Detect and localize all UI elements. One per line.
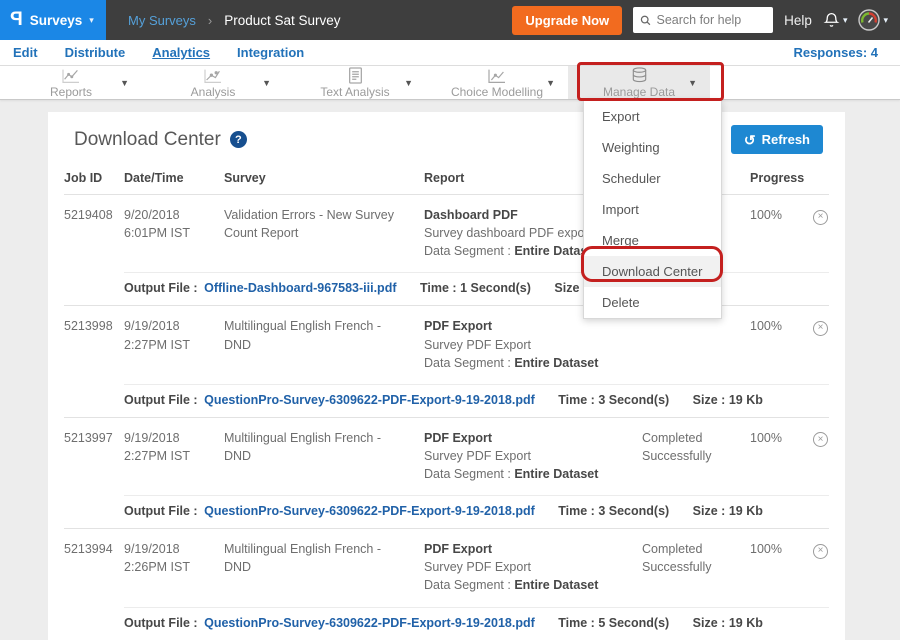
table-row: 5213998 9/19/2018 2:27PM IST Multilingua… <box>64 305 829 416</box>
chevron-down-icon: ▾ <box>89 15 94 26</box>
toolbar-analysis[interactable]: Analysis ▼ <box>142 66 284 99</box>
cancel-job-icon[interactable]: × <box>813 321 828 336</box>
job-id: 5219408 <box>64 206 124 260</box>
job-date: 9/20/2018 6:01PM IST <box>124 206 224 260</box>
jobs-table: Job ID Date/Time Survey Report Progress … <box>48 163 845 640</box>
bell-icon <box>823 11 840 29</box>
menu-item-delete[interactable]: Delete <box>584 287 721 318</box>
top-bar: P Surveys ▾ My Surveys › Product Sat Sur… <box>0 0 900 40</box>
breadcrumb-separator-icon: › <box>208 13 212 28</box>
breadcrumb-current-survey: Product Sat Survey <box>224 13 340 28</box>
menu-item-export[interactable]: Export <box>584 101 721 132</box>
page-title: Download Center <box>74 129 221 151</box>
chevron-down-icon[interactable]: ▼ <box>262 78 271 88</box>
table-row: 5213994 9/19/2018 2:26PM IST Multilingua… <box>64 528 829 639</box>
scatter-chart-icon <box>203 68 223 84</box>
output-file-row: Output File : QuestionPro-Survey-6309622… <box>124 607 829 640</box>
avatar-gauge-icon <box>858 9 880 31</box>
search-input[interactable] <box>656 13 766 27</box>
upgrade-now-button[interactable]: Upgrade Now <box>512 6 622 35</box>
responses-count: Responses: 4 <box>793 45 878 60</box>
job-survey: Multilingual English French - DND <box>224 540 424 594</box>
job-id: 5213997 <box>64 429 124 483</box>
job-report: PDF Export Survey PDF Export Data Segmen… <box>424 429 642 483</box>
output-file-row: Output File : QuestionPro-Survey-6309622… <box>124 495 829 528</box>
job-status <box>642 317 750 371</box>
cancel-job-icon[interactable]: × <box>813 210 828 225</box>
output-file-row: Output File : QuestionPro-Survey-6309622… <box>124 384 829 417</box>
account-menu-button[interactable]: ▾ <box>858 9 888 31</box>
toolbar-text-analysis[interactable]: Text Analysis ▼ <box>284 66 426 99</box>
chevron-down-icon[interactable]: ▼ <box>546 78 555 88</box>
toolbar-reports[interactable]: Reports ▼ <box>0 66 142 99</box>
tab-distribute[interactable]: Distribute <box>65 45 126 60</box>
line-chart-icon <box>61 68 81 84</box>
output-file-link[interactable]: QuestionPro-Survey-6309622-PDF-Export-9-… <box>204 504 535 518</box>
chevron-down-icon[interactable]: ▼ <box>404 78 413 88</box>
breadcrumb: My Surveys › Product Sat Survey <box>128 13 341 28</box>
output-file-link[interactable]: QuestionPro-Survey-6309622-PDF-Export-9-… <box>204 393 535 407</box>
cancel-job-icon[interactable]: × <box>813 544 828 559</box>
job-progress: 100% <box>750 206 804 260</box>
download-center-card: Download Center ? ↺ Refresh Job ID Date/… <box>48 112 845 640</box>
surveys-menu-label: Surveys <box>30 13 83 28</box>
toolbar-manage-data[interactable]: Manage Data ▼ <box>568 66 710 99</box>
toolbar-choice-modelling[interactable]: Choice Modelling ▼ <box>426 66 568 99</box>
text-document-icon <box>348 67 363 84</box>
job-survey: Multilingual English French - DND <box>224 317 424 371</box>
chevron-down-icon[interactable]: ▼ <box>120 78 129 88</box>
table-row: 5213997 9/19/2018 2:27PM IST Multilingua… <box>64 417 829 528</box>
output-file-row: Output File : Offline-Dashboard-967583-i… <box>124 272 829 305</box>
tab-integration[interactable]: Integration <box>237 45 304 60</box>
content-area: Download Center ? ↺ Refresh Job ID Date/… <box>0 100 900 523</box>
analytics-toolbar: Reports ▼ Analysis ▼ Text Analysis ▼ Cho… <box>0 66 900 100</box>
job-date: 9/19/2018 2:26PM IST <box>124 540 224 594</box>
database-icon <box>630 67 649 84</box>
header-date-time: Date/Time <box>124 171 224 185</box>
chevron-down-icon: ▾ <box>843 15 848 26</box>
help-link[interactable]: Help <box>784 13 812 28</box>
job-progress: 100% <box>750 429 804 483</box>
header-job-id: Job ID <box>64 171 124 185</box>
menu-item-scheduler[interactable]: Scheduler <box>584 163 721 194</box>
job-report: PDF Export Survey PDF Export Data Segmen… <box>424 540 642 594</box>
chevron-down-icon: ▾ <box>883 15 888 26</box>
trend-chart-icon <box>487 68 507 84</box>
job-date: 9/19/2018 2:27PM IST <box>124 317 224 371</box>
job-status: Completed Successfully <box>642 540 750 594</box>
header-progress: Progress <box>750 171 804 185</box>
job-date: 9/19/2018 2:27PM IST <box>124 429 224 483</box>
menu-item-weighting[interactable]: Weighting <box>584 132 721 163</box>
questionpro-logo-icon: P <box>10 9 23 31</box>
survey-nav: Edit Distribute Analytics Integration Re… <box>0 40 900 66</box>
notifications-button[interactable]: ▾ <box>823 11 848 29</box>
job-survey: Validation Errors - New Survey Count Rep… <box>224 206 424 260</box>
search-icon <box>640 14 651 27</box>
job-id: 5213994 <box>64 540 124 594</box>
app-logo-menu[interactable]: P Surveys ▾ <box>0 0 106 40</box>
job-id: 5213998 <box>64 317 124 371</box>
manage-data-dropdown-menu: Export Weighting Scheduler Import Merge … <box>583 100 722 319</box>
cancel-job-icon[interactable]: × <box>813 432 828 447</box>
menu-item-import[interactable]: Import <box>584 194 721 225</box>
topbar-actions: Upgrade Now Help ▾ ▾ <box>512 6 900 35</box>
job-progress: 100% <box>750 540 804 594</box>
breadcrumb-my-surveys[interactable]: My Surveys <box>128 13 196 28</box>
tab-analytics[interactable]: Analytics <box>152 45 210 60</box>
output-file-link[interactable]: QuestionPro-Survey-6309622-PDF-Export-9-… <box>204 616 535 630</box>
output-file-link[interactable]: Offline-Dashboard-967583-iii.pdf <box>204 281 396 295</box>
job-survey: Multilingual English French - DND <box>224 429 424 483</box>
help-question-icon[interactable]: ? <box>230 131 247 148</box>
job-report: PDF Export Survey PDF Export Data Segmen… <box>424 317 642 371</box>
menu-item-merge[interactable]: Merge <box>584 225 721 256</box>
menu-item-download-center[interactable]: Download Center <box>584 256 721 287</box>
chevron-down-icon[interactable]: ▼ <box>688 78 697 88</box>
refresh-icon: ↺ <box>744 133 756 147</box>
job-progress: 100% <box>750 317 804 371</box>
help-search-box[interactable] <box>633 7 773 33</box>
header-survey: Survey <box>224 171 424 185</box>
tab-edit[interactable]: Edit <box>13 45 38 60</box>
job-status: Completed Successfully <box>642 429 750 483</box>
refresh-button[interactable]: ↺ Refresh <box>731 125 823 154</box>
